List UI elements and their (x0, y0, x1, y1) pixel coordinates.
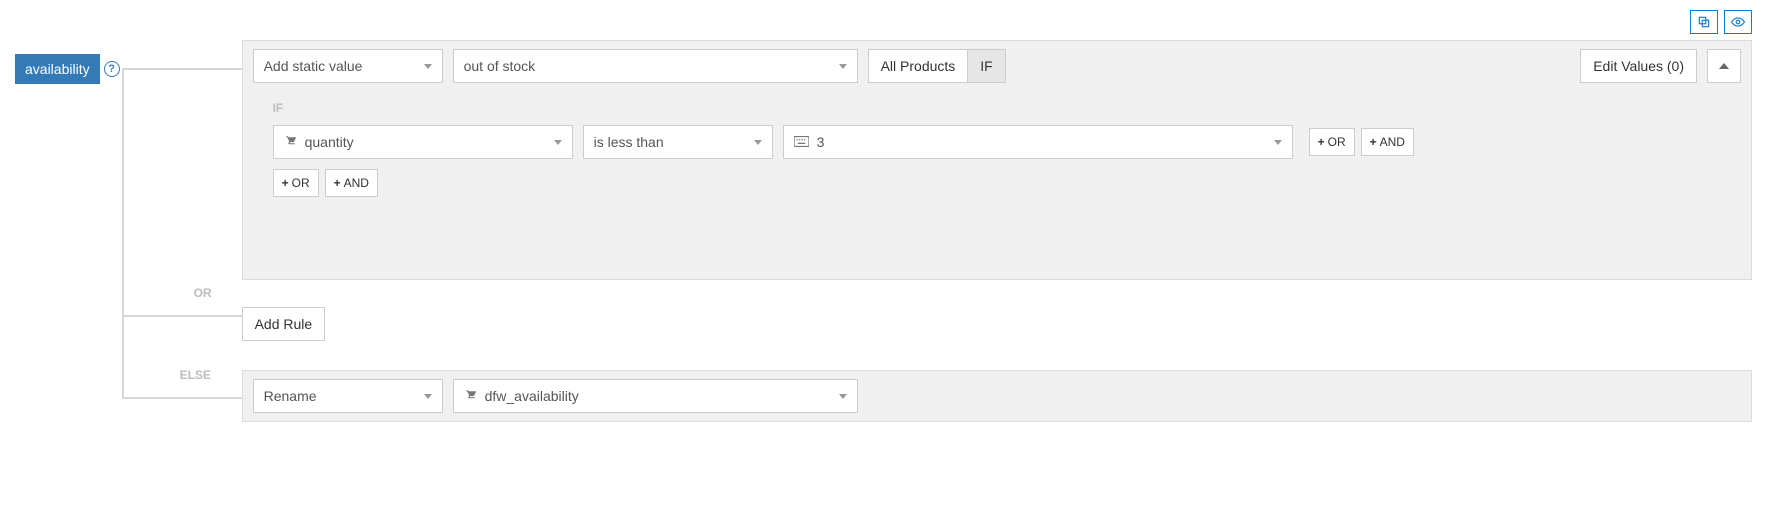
add-rule-button[interactable]: Add Rule (242, 307, 326, 341)
or-branch-label: OR (192, 286, 214, 300)
copy-button[interactable] (1690, 10, 1718, 34)
add-or-inline-button[interactable]: +OR (1309, 128, 1355, 156)
keyboard-icon (794, 135, 809, 150)
chevron-down-icon (839, 394, 847, 399)
action-select-label: Add static value (264, 58, 363, 74)
if-rule-block: Add static value out of stock All Produc… (242, 40, 1752, 280)
condition-value-select[interactable]: 3 (783, 125, 1293, 159)
eye-icon (1730, 15, 1746, 29)
else-action-label: Rename (264, 388, 317, 404)
condition-operator-label: is less than (594, 134, 664, 150)
condition-value-label: 3 (817, 134, 825, 150)
else-rule-block: Rename dfw_availability (242, 370, 1752, 422)
add-and-group-button[interactable]: +AND (325, 169, 378, 197)
chevron-down-icon (424, 394, 432, 399)
chevron-down-icon (754, 140, 762, 145)
condition-operator-select[interactable]: is less than (583, 125, 773, 159)
add-or-group-button[interactable]: +OR (273, 169, 319, 197)
rule-attribute-tag[interactable]: availability (15, 54, 100, 84)
collapse-button[interactable] (1707, 49, 1741, 83)
if-label: IF (273, 101, 1741, 115)
condition-field-label: quantity (305, 134, 354, 150)
edit-values-button[interactable]: Edit Values (0) (1580, 49, 1697, 83)
cart-icon (464, 388, 477, 404)
help-icon[interactable]: ? (104, 61, 120, 77)
value-select[interactable]: out of stock (453, 49, 858, 83)
else-value-select[interactable]: dfw_availability (453, 379, 858, 413)
chevron-down-icon (839, 64, 847, 69)
chevron-down-icon (1274, 140, 1282, 145)
copy-icon (1697, 15, 1711, 29)
else-branch-label: ELSE (178, 368, 213, 382)
value-select-label: out of stock (464, 58, 536, 74)
chevron-down-icon (424, 64, 432, 69)
chevron-down-icon (554, 140, 562, 145)
else-value-label: dfw_availability (485, 388, 579, 404)
scope-if[interactable]: IF (968, 49, 1005, 83)
action-select[interactable]: Add static value (253, 49, 443, 83)
add-and-inline-button[interactable]: +AND (1361, 128, 1414, 156)
chevron-up-icon (1719, 63, 1729, 69)
condition-field-select[interactable]: quantity (273, 125, 573, 159)
else-action-select[interactable]: Rename (253, 379, 443, 413)
cart-icon (284, 134, 297, 150)
preview-button[interactable] (1724, 10, 1752, 34)
scope-toggle: All Products IF (868, 49, 1006, 83)
scope-all-products[interactable]: All Products (868, 49, 969, 83)
